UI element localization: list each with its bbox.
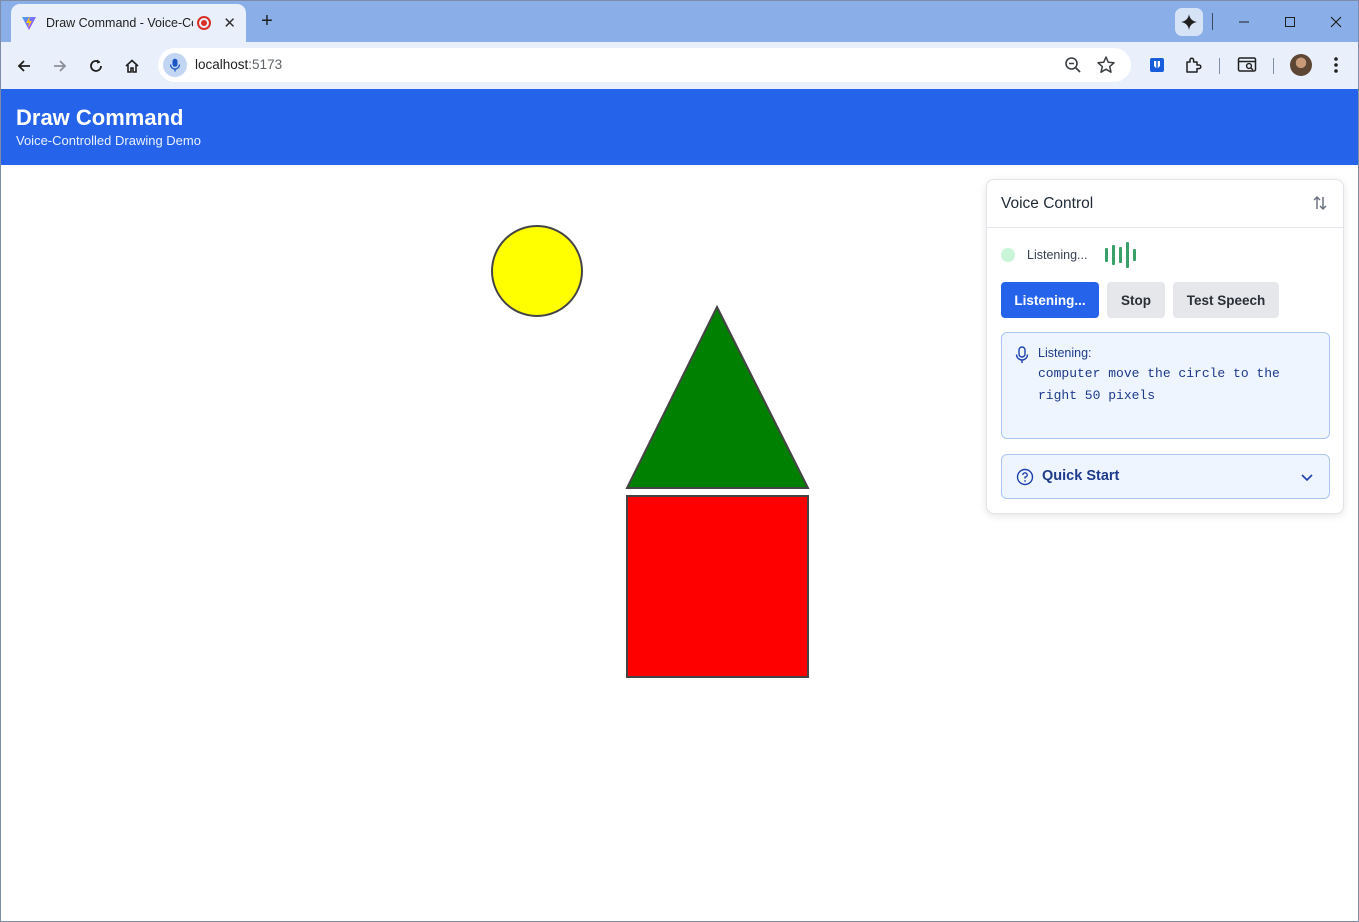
panel-title: Voice Control xyxy=(1001,195,1094,212)
bitwarden-extension-icon[interactable] xyxy=(1146,54,1168,76)
divider xyxy=(1212,13,1213,30)
reload-button[interactable] xyxy=(82,52,110,80)
tab-search-icon xyxy=(1237,57,1257,72)
puzzle-icon xyxy=(1186,57,1202,73)
stop-button[interactable]: Stop xyxy=(1107,282,1165,318)
star-icon[interactable] xyxy=(1096,55,1116,75)
back-button[interactable] xyxy=(10,52,38,80)
url-host: localhost xyxy=(195,57,249,72)
vite-logo-icon xyxy=(22,16,36,30)
tab-close-button[interactable]: ✕ xyxy=(223,16,236,31)
transcript-text: computer move the circle to the right 50… xyxy=(1038,366,1280,403)
tab-search-button[interactable] xyxy=(1236,54,1258,76)
green-triangle[interactable] xyxy=(625,304,810,489)
arrow-right-icon xyxy=(54,60,67,72)
transcript-box: Listening: computer move the circle to t… xyxy=(1001,332,1330,439)
menu-button[interactable] xyxy=(1325,54,1347,76)
reload-icon xyxy=(90,59,102,72)
browser-toolbar: localhost:5173 xyxy=(1,42,1358,89)
avatar[interactable] xyxy=(1290,54,1312,76)
red-square[interactable] xyxy=(626,495,809,678)
voice-control-panel: Voice Control Listening... Listening... … xyxy=(986,179,1344,514)
waveform-bar xyxy=(1105,248,1109,262)
swap-vertical-icon[interactable] xyxy=(1311,194,1329,212)
sparkle-icon xyxy=(1181,14,1197,30)
panel-header: Voice Control xyxy=(987,180,1343,228)
shield-icon xyxy=(1150,58,1164,72)
tab-title: Draw Command - Voice-Controlled Drawing … xyxy=(46,16,194,30)
waveform-bar xyxy=(1112,245,1116,265)
minimize-button[interactable] xyxy=(1221,1,1267,42)
status-text: Listening... xyxy=(1027,248,1088,262)
extensions-button[interactable] xyxy=(1182,54,1204,76)
forward-button[interactable] xyxy=(46,52,74,80)
address-bar[interactable]: localhost:5173 xyxy=(158,48,1131,82)
new-tab-button[interactable]: + xyxy=(257,11,277,31)
waveform-bar xyxy=(1126,242,1130,268)
browser-window: Draw Command - Voice-Controlled Drawing … xyxy=(0,0,1359,922)
help-circle-icon xyxy=(1016,468,1034,486)
divider xyxy=(1219,58,1220,74)
quick-start-toggle[interactable]: Quick Start xyxy=(1001,454,1330,499)
maximize-icon xyxy=(1285,16,1295,27)
microphone-icon[interactable] xyxy=(163,53,187,77)
waveform-bar xyxy=(1133,249,1137,261)
voice-buttons: Listening... Stop Test Speech xyxy=(1001,282,1279,318)
home-icon xyxy=(125,59,139,73)
status-indicator xyxy=(1001,248,1015,262)
url-port: :5173 xyxy=(248,57,283,72)
maximize-button[interactable] xyxy=(1267,1,1313,42)
app-root: Draw Command Voice-Controlled Drawing De… xyxy=(1,89,1358,921)
audio-waveform xyxy=(1105,242,1137,268)
chevron-down-icon xyxy=(1301,474,1313,482)
url-text: localhost:5173 xyxy=(195,57,282,72)
close-window-button[interactable] xyxy=(1313,1,1358,42)
microphone-glyph xyxy=(169,58,181,72)
transcript-label: Listening: xyxy=(1038,346,1092,360)
recording-icon xyxy=(197,16,212,30)
app-title: Draw Command xyxy=(16,105,184,130)
tab-strip: Draw Command - Voice-Controlled Drawing … xyxy=(1,1,1358,42)
divider xyxy=(1273,58,1274,74)
test-speech-button[interactable]: Test Speech xyxy=(1173,282,1279,318)
microphone-icon xyxy=(1015,346,1029,363)
zoom-out-icon[interactable] xyxy=(1064,56,1082,74)
app-header: Draw Command Voice-Controlled Drawing De… xyxy=(1,89,1358,165)
arrow-left-icon xyxy=(17,60,30,72)
quick-start-label: Quick Start xyxy=(1042,468,1120,484)
listening-status: Listening... xyxy=(1001,242,1137,268)
close-icon xyxy=(1330,16,1342,27)
listening-button[interactable]: Listening... xyxy=(1001,282,1099,318)
gemini-button[interactable] xyxy=(1175,8,1203,36)
waveform-bar xyxy=(1119,247,1123,263)
home-button[interactable] xyxy=(118,52,146,80)
kebab-menu-icon xyxy=(1334,57,1338,73)
app-subtitle: Voice-Controlled Drawing Demo xyxy=(16,133,201,148)
tab-draw-command[interactable]: Draw Command - Voice-Controlled Drawing … xyxy=(11,4,246,42)
minimize-icon xyxy=(1239,21,1249,22)
yellow-circle[interactable] xyxy=(491,225,583,317)
